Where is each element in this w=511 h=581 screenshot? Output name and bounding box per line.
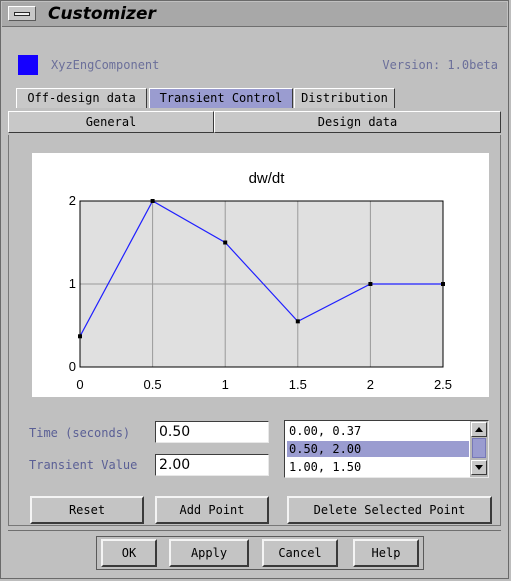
ok-button[interactable]: OK <box>101 539 157 567</box>
list-item[interactable]: 0.00, 0.37 <box>287 423 469 439</box>
title-bar[interactable]: Customizer <box>2 2 507 27</box>
cancel-button[interactable]: Cancel <box>262 539 338 567</box>
data-point[interactable] <box>441 282 445 286</box>
tab-general[interactable]: General <box>8 111 214 133</box>
transient-value-input[interactable]: 2.00 <box>155 454 269 476</box>
scroll-thumb[interactable] <box>472 438 486 458</box>
apply-button[interactable]: Apply <box>169 539 249 567</box>
arrow-down-icon <box>475 465 483 470</box>
list-scrollbar[interactable] <box>470 421 488 477</box>
list-item[interactable]: 1.00, 1.50 <box>287 459 469 475</box>
y-tick-label: 0 <box>69 359 76 374</box>
x-tick-label: 0 <box>76 377 83 392</box>
x-tick-label: 1.5 <box>289 377 307 392</box>
tab-transient-control[interactable]: Transient Control <box>149 88 293 108</box>
component-header: XyzEngComponent Version: 1.0beta <box>18 55 498 77</box>
chart-title: dw/dt <box>249 170 286 187</box>
y-tick-label: 1 <box>69 276 76 291</box>
window-menu-icon <box>14 12 30 16</box>
reset-button[interactable]: Reset <box>30 496 144 524</box>
transient-value-label: Transient Value <box>29 458 138 472</box>
tab-distribution[interactable]: Distribution <box>294 88 395 108</box>
window-menu-button[interactable] <box>8 6 36 21</box>
data-point[interactable] <box>295 319 300 324</box>
data-point[interactable] <box>150 199 155 203</box>
scroll-down-button[interactable] <box>471 460 487 475</box>
x-tick-label: 2.5 <box>434 377 452 392</box>
component-color-swatch <box>18 55 38 75</box>
y-tick-label: 2 <box>69 193 76 208</box>
data-point[interactable] <box>368 282 373 286</box>
tab-design-data[interactable]: Design data <box>214 111 501 133</box>
add-point-button[interactable]: Add Point <box>155 496 269 524</box>
component-name: XyzEngComponent <box>51 58 160 72</box>
tab-off-design-data[interactable]: Off-design data <box>16 88 147 108</box>
dwdt-chart: dw/dt 0 0.5 1 1.5 2 2.5 0 1 2 <box>31 152 490 398</box>
list-item-selected[interactable]: 0.50, 2.00 <box>287 441 469 457</box>
time-input[interactable]: 0.50 <box>155 421 269 443</box>
component-version: Version: 1.0beta <box>382 58 498 72</box>
data-point[interactable] <box>223 240 228 245</box>
arrow-up-icon <box>475 427 483 432</box>
window-title: Customizer <box>48 4 156 24</box>
help-button[interactable]: Help <box>353 539 419 567</box>
footer-separator <box>8 530 501 531</box>
x-tick-label: 1 <box>222 377 229 392</box>
delete-selected-point-button[interactable]: Delete Selected Point <box>287 496 492 524</box>
x-tick-label: 0.5 <box>144 377 162 392</box>
data-point[interactable] <box>78 334 82 339</box>
scroll-up-button[interactable] <box>471 422 487 437</box>
x-tick-label: 2 <box>367 377 374 392</box>
points-list[interactable]: 0.00, 0.37 0.50, 2.00 1.00, 1.50 <box>284 420 489 478</box>
time-label: Time (seconds) <box>29 426 131 440</box>
chart-svg: dw/dt 0 0.5 1 1.5 2 2.5 0 1 2 <box>69 170 452 392</box>
